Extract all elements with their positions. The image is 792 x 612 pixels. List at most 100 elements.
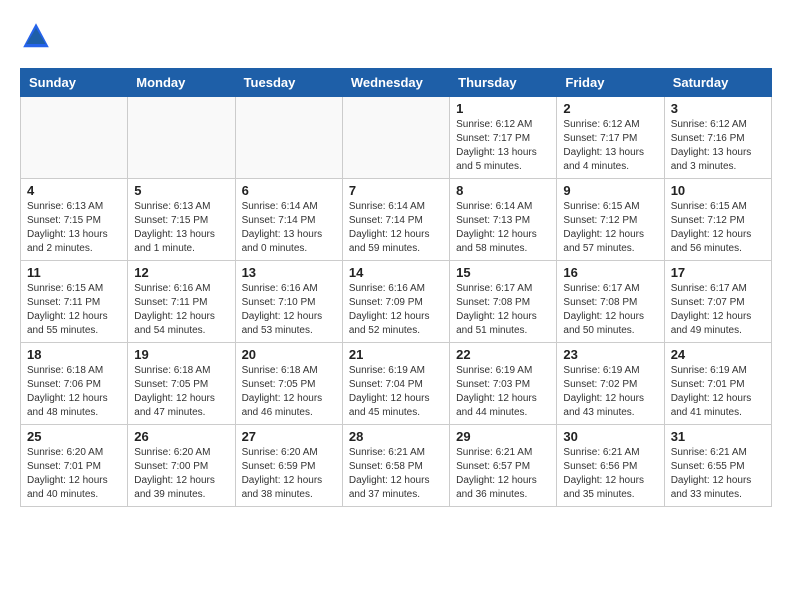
day-info: Sunrise: 6:17 AM Sunset: 7:08 PM Dayligh… [563,282,657,338]
day-number: 29 [456,429,550,444]
day-info: Sunrise: 6:16 AM Sunset: 7:09 PM Dayligh… [349,282,443,338]
day-number: 31 [671,429,765,444]
day-info: Sunrise: 6:21 AM Sunset: 6:57 PM Dayligh… [456,446,550,502]
day-info: Sunrise: 6:21 AM Sunset: 6:55 PM Dayligh… [671,446,765,502]
calendar-cell: 29 Sunrise: 6:21 AM Sunset: 6:57 PM Dayli… [450,425,557,507]
day-number: 6 [242,183,336,198]
day-number: 8 [456,183,550,198]
calendar-cell: 6 Sunrise: 6:14 AM Sunset: 7:14 PM Daylig… [235,179,342,261]
day-number: 11 [27,265,121,280]
calendar-cell: 26 Sunrise: 6:20 AM Sunset: 7:00 PM Dayli… [128,425,235,507]
day-info: Sunrise: 6:18 AM Sunset: 7:05 PM Dayligh… [242,364,336,420]
calendar-header-monday: Monday [128,69,235,97]
day-info: Sunrise: 6:15 AM Sunset: 7:12 PM Dayligh… [563,200,657,256]
calendar-cell: 3 Sunrise: 6:12 AM Sunset: 7:16 PM Daylig… [664,97,771,179]
day-number: 13 [242,265,336,280]
calendar-cell: 5 Sunrise: 6:13 AM Sunset: 7:15 PM Daylig… [128,179,235,261]
day-number: 24 [671,347,765,362]
day-info: Sunrise: 6:14 AM Sunset: 7:14 PM Dayligh… [349,200,443,256]
calendar-cell: 30Sunrise: 6:21 AM Sunset: 6:56 PM Dayli… [557,425,664,507]
day-info: Sunrise: 6:20 AM Sunset: 7:00 PM Dayligh… [134,446,228,502]
day-info: Sunrise: 6:16 AM Sunset: 7:10 PM Dayligh… [242,282,336,338]
calendar-week-5: 25 Sunrise: 6:20 AM Sunset: 7:01 PM Dayli… [21,425,772,507]
day-number: 12 [134,265,228,280]
day-number: 16 [563,265,657,280]
calendar-cell: 24Sunrise: 6:19 AM Sunset: 7:01 PM Dayli… [664,343,771,425]
calendar-cell: 21 Sunrise: 6:19 AM Sunset: 7:04 PM Dayli… [342,343,449,425]
day-number: 18 [27,347,121,362]
calendar-cell: 12 Sunrise: 6:16 AM Sunset: 7:11 PM Dayli… [128,261,235,343]
day-number: 26 [134,429,228,444]
calendar-cell: 10 Sunrise: 6:15 AM Sunset: 7:12 PM Dayli… [664,179,771,261]
calendar-cell: 7 Sunrise: 6:14 AM Sunset: 7:14 PM Daylig… [342,179,449,261]
day-info: Sunrise: 6:14 AM Sunset: 7:13 PM Dayligh… [456,200,550,256]
day-info: Sunrise: 6:21 AM Sunset: 6:56 PM Dayligh… [563,446,657,502]
calendar-cell: 11 Sunrise: 6:15 AM Sunset: 7:11 PM Dayli… [21,261,128,343]
calendar-cell: 4 Sunrise: 6:13 AM Sunset: 7:15 PM Daylig… [21,179,128,261]
day-number: 5 [134,183,228,198]
calendar-week-2: 4 Sunrise: 6:13 AM Sunset: 7:15 PM Daylig… [21,179,772,261]
calendar-cell [342,97,449,179]
day-number: 20 [242,347,336,362]
day-number: 15 [456,265,550,280]
day-info: Sunrise: 6:12 AM Sunset: 7:17 PM Dayligh… [456,118,550,174]
day-info: Sunrise: 6:13 AM Sunset: 7:15 PM Dayligh… [27,200,121,256]
day-info: Sunrise: 6:19 AM Sunset: 7:02 PM Dayligh… [563,364,657,420]
day-info: Sunrise: 6:12 AM Sunset: 7:16 PM Dayligh… [671,118,765,174]
day-number: 1 [456,101,550,116]
calendar-cell: 2Sunrise: 6:12 AM Sunset: 7:17 PM Daylig… [557,97,664,179]
calendar-cell: 1 Sunrise: 6:12 AM Sunset: 7:17 PM Daylig… [450,97,557,179]
day-info: Sunrise: 6:20 AM Sunset: 7:01 PM Dayligh… [27,446,121,502]
calendar-week-1: 1 Sunrise: 6:12 AM Sunset: 7:17 PM Daylig… [21,97,772,179]
calendar-header-row: SundayMondayTuesdayWednesdayThursdayFrid… [21,69,772,97]
day-info: Sunrise: 6:16 AM Sunset: 7:11 PM Dayligh… [134,282,228,338]
calendar-cell: 20 Sunrise: 6:18 AM Sunset: 7:05 PM Dayli… [235,343,342,425]
calendar-header-tuesday: Tuesday [235,69,342,97]
logo-icon [20,20,52,52]
day-info: Sunrise: 6:17 AM Sunset: 7:07 PM Dayligh… [671,282,765,338]
day-info: Sunrise: 6:20 AM Sunset: 6:59 PM Dayligh… [242,446,336,502]
day-number: 3 [671,101,765,116]
calendar-cell [21,97,128,179]
day-info: Sunrise: 6:15 AM Sunset: 7:11 PM Dayligh… [27,282,121,338]
calendar-cell: 8 Sunrise: 6:14 AM Sunset: 7:13 PM Daylig… [450,179,557,261]
calendar-cell: 18 Sunrise: 6:18 AM Sunset: 7:06 PM Dayli… [21,343,128,425]
page-header [20,20,772,52]
day-number: 21 [349,347,443,362]
logo [20,20,56,52]
day-number: 19 [134,347,228,362]
day-number: 27 [242,429,336,444]
calendar-cell: 28Sunrise: 6:21 AM Sunset: 6:58 PM Dayli… [342,425,449,507]
day-number: 23 [563,347,657,362]
calendar-cell [128,97,235,179]
calendar-cell: 25 Sunrise: 6:20 AM Sunset: 7:01 PM Dayli… [21,425,128,507]
day-number: 7 [349,183,443,198]
day-number: 9 [563,183,657,198]
calendar-cell: 14Sunrise: 6:16 AM Sunset: 7:09 PM Dayli… [342,261,449,343]
calendar-header-sunday: Sunday [21,69,128,97]
calendar-cell: 15 Sunrise: 6:17 AM Sunset: 7:08 PM Dayli… [450,261,557,343]
day-number: 4 [27,183,121,198]
calendar-cell: 31 Sunrise: 6:21 AM Sunset: 6:55 PM Dayli… [664,425,771,507]
day-info: Sunrise: 6:17 AM Sunset: 7:08 PM Dayligh… [456,282,550,338]
day-info: Sunrise: 6:13 AM Sunset: 7:15 PM Dayligh… [134,200,228,256]
calendar-week-3: 11 Sunrise: 6:15 AM Sunset: 7:11 PM Dayli… [21,261,772,343]
calendar-cell: 19 Sunrise: 6:18 AM Sunset: 7:05 PM Dayli… [128,343,235,425]
day-number: 10 [671,183,765,198]
day-number: 25 [27,429,121,444]
calendar-cell: 9 Sunrise: 6:15 AM Sunset: 7:12 PM Daylig… [557,179,664,261]
calendar-cell: 27 Sunrise: 6:20 AM Sunset: 6:59 PM Dayli… [235,425,342,507]
day-number: 22 [456,347,550,362]
calendar-cell: 17 Sunrise: 6:17 AM Sunset: 7:07 PM Dayli… [664,261,771,343]
day-info: Sunrise: 6:18 AM Sunset: 7:05 PM Dayligh… [134,364,228,420]
calendar-cell [235,97,342,179]
day-info: Sunrise: 6:18 AM Sunset: 7:06 PM Dayligh… [27,364,121,420]
day-info: Sunrise: 6:19 AM Sunset: 7:04 PM Dayligh… [349,364,443,420]
day-number: 17 [671,265,765,280]
day-info: Sunrise: 6:14 AM Sunset: 7:14 PM Dayligh… [242,200,336,256]
calendar-cell: 13 Sunrise: 6:16 AM Sunset: 7:10 PM Dayli… [235,261,342,343]
calendar-week-4: 18 Sunrise: 6:18 AM Sunset: 7:06 PM Dayli… [21,343,772,425]
day-number: 2 [563,101,657,116]
day-number: 28 [349,429,443,444]
day-info: Sunrise: 6:15 AM Sunset: 7:12 PM Dayligh… [671,200,765,256]
